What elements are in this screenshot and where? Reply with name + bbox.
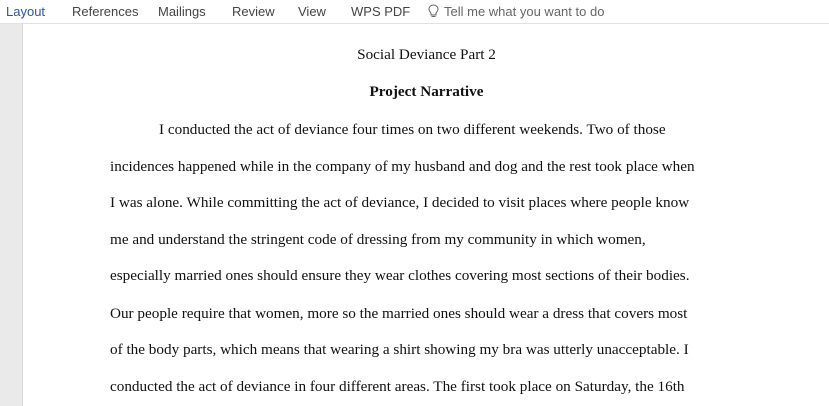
tab-wps-pdf[interactable]: WPS PDF: [351, 4, 410, 19]
document-page[interactable]: Social Deviance Part 2 Project Narrative…: [22, 24, 829, 406]
tell-me-placeholder: Tell me what you want to do: [444, 4, 605, 19]
paragraph-line: especially married ones should ensure th…: [110, 267, 690, 284]
paragraph-line: I was alone. While committing the act of…: [110, 194, 690, 211]
paragraph-line: Our people require that women, more so t…: [110, 305, 688, 322]
tab-view[interactable]: View: [298, 4, 326, 19]
ribbon-tab-bar: Layout References Mailings Review View W…: [0, 0, 829, 24]
section-heading: Project Narrative: [369, 83, 484, 100]
tab-layout[interactable]: Layout: [6, 4, 45, 19]
tab-mailings[interactable]: Mailings: [158, 4, 206, 19]
tell-me-search[interactable]: Tell me what you want to do: [428, 4, 604, 19]
tab-review[interactable]: Review: [232, 4, 275, 19]
paragraph-line: incidences happened while in the company…: [110, 158, 695, 175]
paragraph-line: I conducted the act of deviance four tim…: [159, 121, 666, 138]
paragraph-line: conducted the act of deviance in four di…: [110, 378, 685, 395]
paragraph-line: of the body parts, which means that wear…: [110, 341, 689, 358]
lightbulb-icon: [428, 4, 439, 17]
document-title: Social Deviance Part 2: [357, 46, 496, 63]
tab-references[interactable]: References: [72, 4, 138, 19]
paragraph-line: me and understand the stringent code of …: [110, 231, 646, 248]
